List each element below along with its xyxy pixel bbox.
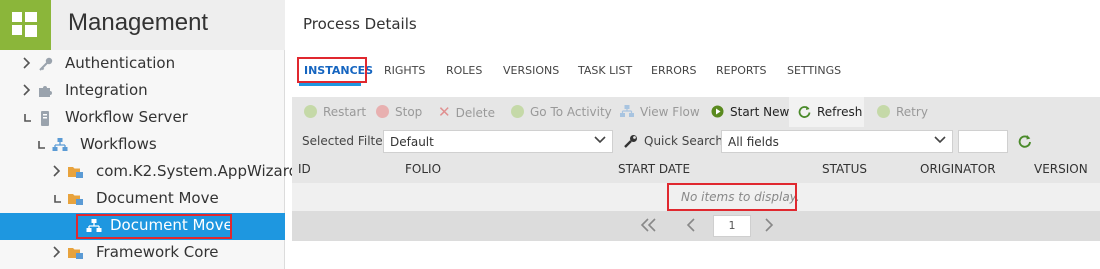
go-to-activity-label: Go To Activity bbox=[530, 105, 612, 119]
tree-item-label: com.K2.System.AppWizard bbox=[96, 162, 299, 180]
apps-grid-icon[interactable] bbox=[0, 0, 51, 50]
quick-search-field-dropdown[interactable]: All fields bbox=[721, 130, 953, 153]
tab-rights[interactable]: RIGHTS bbox=[384, 58, 425, 86]
refresh-button[interactable]: Refresh bbox=[789, 97, 864, 127]
restart-label: Restart bbox=[323, 105, 367, 119]
tree-item-label: Workflow Server bbox=[65, 108, 188, 126]
grid-body: No items to display. bbox=[292, 183, 1100, 211]
play-icon bbox=[304, 105, 317, 118]
grid-header: ID FOLIO START DATE STATUS ORIGINATOR VE… bbox=[292, 156, 1100, 183]
tree-item-workflows[interactable]: Workflows bbox=[0, 132, 285, 159]
delete-button[interactable]: ✕ Delete bbox=[438, 97, 495, 127]
first-page-button[interactable] bbox=[639, 217, 659, 237]
app-root: Management Authentication Integration Wo… bbox=[0, 0, 1100, 269]
tree-item-label: Framework Core bbox=[96, 243, 219, 261]
column-header-status[interactable]: STATUS bbox=[822, 162, 867, 176]
toolbar: Restart Stop ✕ Delete Go To Activity View… bbox=[292, 97, 1100, 127]
highlight-box bbox=[297, 57, 367, 83]
tab-task-list[interactable]: TASK LIST bbox=[578, 58, 632, 86]
sidebar: Management Authentication Integration Wo… bbox=[0, 0, 298, 269]
workflow-icon bbox=[52, 138, 68, 152]
main-panel: Process Details INSTANCES RIGHTS ROLES V… bbox=[292, 0, 1100, 269]
start-new-label: Start New bbox=[730, 105, 790, 119]
chevron-down-icon bbox=[593, 133, 607, 147]
page-number-field[interactable]: 1 bbox=[713, 215, 751, 237]
tab-versions[interactable]: VERSIONS bbox=[503, 58, 559, 86]
retry-button[interactable]: Retry bbox=[877, 97, 928, 127]
server-icon bbox=[40, 111, 54, 126]
refresh-label: Refresh bbox=[817, 105, 863, 119]
goto-icon bbox=[511, 105, 524, 118]
delete-x-icon: ✕ bbox=[438, 103, 451, 121]
tab-errors[interactable]: ERRORS bbox=[651, 58, 697, 86]
column-header-originator[interactable]: ORIGINATOR bbox=[920, 162, 996, 176]
tree-item-workflow-server[interactable]: Workflow Server bbox=[0, 105, 285, 132]
quick-search-label: Quick Search: bbox=[644, 134, 728, 148]
folder-icon bbox=[68, 192, 83, 206]
start-new-button[interactable]: Start New bbox=[711, 97, 789, 127]
puzzle-icon bbox=[38, 84, 52, 98]
expand-chevron-icon[interactable] bbox=[52, 244, 64, 260]
stop-label: Stop bbox=[395, 105, 423, 119]
view-flow-label: View Flow bbox=[640, 105, 700, 119]
active-tab-indicator bbox=[299, 83, 361, 86]
column-header-id[interactable]: ID bbox=[298, 162, 311, 176]
tree-item-label: Workflows bbox=[80, 135, 157, 153]
sidebar-title: Management bbox=[68, 9, 209, 36]
sidebar-header: Management bbox=[0, 0, 285, 50]
selected-filter-value: Default bbox=[390, 135, 434, 149]
expand-chevron-icon[interactable] bbox=[22, 55, 34, 71]
retry-icon bbox=[877, 105, 890, 118]
stop-icon bbox=[376, 105, 389, 118]
tab-roles[interactable]: ROLES bbox=[446, 58, 482, 86]
tab-settings[interactable]: SETTINGS bbox=[787, 58, 841, 86]
tree-item-document-move-folder[interactable]: Document Move bbox=[0, 186, 285, 213]
selected-filter-dropdown[interactable]: Default bbox=[383, 130, 613, 153]
tree-item-appwizard[interactable]: com.K2.System.AppWizard bbox=[0, 159, 298, 186]
tree-item-integration[interactable]: Integration bbox=[0, 78, 285, 105]
retry-label: Retry bbox=[896, 105, 928, 119]
key-icon bbox=[38, 57, 53, 71]
tree-item-label: Authentication bbox=[65, 54, 176, 72]
collapse-corner-icon[interactable] bbox=[22, 109, 34, 125]
highlight-box bbox=[667, 183, 797, 211]
next-page-button[interactable] bbox=[763, 217, 775, 237]
prev-page-button[interactable] bbox=[685, 217, 697, 237]
quick-search-input[interactable] bbox=[958, 130, 1008, 153]
tree-item-document-move-workflow[interactable]: Document Move bbox=[0, 213, 285, 240]
quick-search-field-value: All fields bbox=[728, 135, 779, 149]
column-header-folio[interactable]: FOLIO bbox=[405, 162, 441, 176]
flow-icon bbox=[620, 99, 634, 117]
start-play-icon bbox=[711, 99, 724, 118]
expand-chevron-icon[interactable] bbox=[52, 163, 64, 179]
go-to-activity-button[interactable]: Go To Activity bbox=[511, 97, 612, 127]
pager: 1 bbox=[292, 211, 1100, 241]
tree-item-label: Integration bbox=[65, 81, 148, 99]
refresh-search-icon[interactable] bbox=[1018, 134, 1032, 148]
collapse-corner-icon[interactable] bbox=[36, 136, 48, 152]
tab-reports[interactable]: REPORTS bbox=[716, 58, 766, 86]
column-header-start-date[interactable]: START DATE bbox=[618, 162, 690, 176]
view-flow-button[interactable]: View Flow bbox=[620, 97, 700, 127]
restart-button[interactable]: Restart bbox=[304, 97, 366, 127]
tree-item-authentication[interactable]: Authentication bbox=[0, 51, 285, 78]
refresh-icon bbox=[798, 99, 811, 118]
page-title: Process Details bbox=[303, 15, 417, 33]
tree-item-label: Document Move bbox=[96, 189, 219, 207]
folder-icon bbox=[68, 165, 83, 179]
tree-item-framework-core[interactable]: Framework Core bbox=[0, 240, 285, 267]
wrench-icon bbox=[624, 134, 638, 148]
folder-icon bbox=[68, 246, 83, 260]
filter-row: Selected Filter: Default Quick Search: A… bbox=[292, 127, 1100, 156]
delete-label: Delete bbox=[455, 106, 496, 120]
stop-button[interactable]: Stop bbox=[376, 97, 422, 127]
selected-filter-label: Selected Filter: bbox=[302, 134, 392, 148]
expand-chevron-icon[interactable] bbox=[22, 82, 34, 98]
column-header-version[interactable]: VERSION bbox=[1034, 162, 1088, 176]
highlight-box bbox=[76, 214, 232, 239]
collapse-corner-icon[interactable] bbox=[52, 190, 64, 206]
chevron-down-icon bbox=[933, 133, 947, 147]
